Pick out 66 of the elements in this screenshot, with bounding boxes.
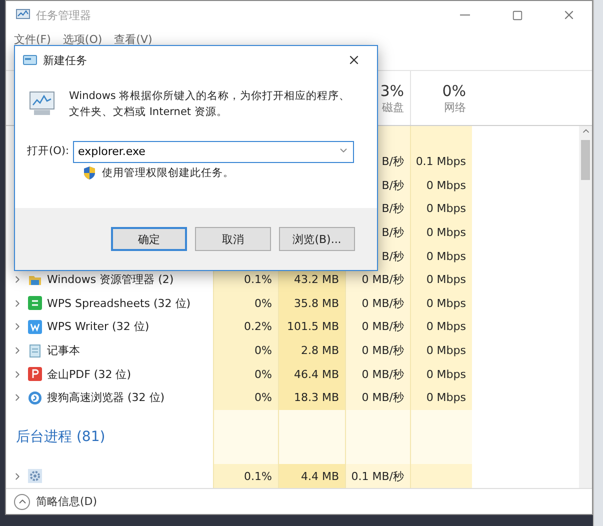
menu-item[interactable]: 文件(F) <box>14 32 51 46</box>
table-cell: 0% <box>213 338 278 362</box>
table-cell: 0 MB/秒 <box>345 291 410 316</box>
table-cell: 0 Mbps <box>410 220 472 244</box>
table-cell: 0 Mbps <box>410 291 472 316</box>
group-heading: 后台进程 (81) <box>15 428 106 446</box>
table-cell: 0 Mbps <box>410 268 472 292</box>
window-title: 任务管理器 <box>36 8 92 22</box>
table-cell: 0% <box>213 291 278 316</box>
notepad-icon <box>28 344 42 358</box>
maximize-icon <box>512 10 522 20</box>
process-name: 搜狗高速浏览器 (32 位) <box>47 390 165 406</box>
admin-note: 使用管理权限创建此任务。 <box>102 166 234 180</box>
shield-icon <box>83 166 96 180</box>
close-icon <box>562 8 576 22</box>
table-cell: 0 MB/秒 <box>345 362 410 386</box>
collapse-icon[interactable] <box>14 494 30 510</box>
dialog-button[interactable]: 取消 <box>195 227 271 251</box>
dialog-button[interactable]: 浏览(B)... <box>279 227 355 251</box>
table-cell: 101.5 MB <box>278 315 345 339</box>
table-cell: 0% <box>213 362 278 386</box>
table-cell: 0 MB/秒 <box>345 338 410 362</box>
process-name: WPS Writer (32 位) <box>47 319 150 334</box>
document-icon <box>28 320 42 334</box>
scroll-thumb[interactable] <box>581 140 590 180</box>
process-name: WPS Spreadsheets (32 位) <box>47 296 191 311</box>
dialog-title: 新建任务 <box>43 52 88 68</box>
column-header[interactable]: 0% 网络 <box>410 71 472 125</box>
process-name: 记事本 <box>47 343 80 358</box>
process-name: Windows 资源管理器 (2) <box>47 272 174 288</box>
table-cell: 0 Mbps <box>410 362 472 386</box>
dialog-button[interactable]: 确定 <box>111 227 187 251</box>
run-icon <box>23 55 37 65</box>
menu-item[interactable]: 查看(V) <box>114 32 152 46</box>
table-cell: 0.1 MB/秒 <box>345 464 410 488</box>
table-cell: 0 Mbps <box>410 338 472 362</box>
table-cell: 46.4 MB <box>278 362 345 386</box>
table-cell: 0 MB/秒 <box>345 315 410 339</box>
table-cell: 0 Mbps <box>410 386 472 410</box>
table-cell: 0 MB/秒 <box>345 386 410 410</box>
browser-icon <box>28 390 42 405</box>
table-cell: 4.4 MB <box>278 464 345 488</box>
scrollbar[interactable] <box>579 126 592 488</box>
table-cell: 2.8 MB <box>278 338 345 362</box>
table-cell: 35.8 MB <box>278 291 345 316</box>
minimize-icon <box>460 14 470 16</box>
process-name: 金山PDF (32 位) <box>47 366 132 382</box>
table-cell: 0.1% <box>213 464 278 488</box>
table-cell: 0 Mbps <box>410 173 472 197</box>
table-cell: 0.1 Mbps <box>410 150 472 174</box>
table-cell: 0 Mbps <box>410 196 472 221</box>
open-label: 打开(O): <box>27 144 69 158</box>
table-cell: 0% <box>213 386 278 410</box>
dialog-message: Windows 将根据你所键入的名称，为你打开相应的程序、文件夹、文档或 Internet 资源。 <box>69 89 352 120</box>
pdf-icon <box>28 367 42 382</box>
close-icon <box>347 53 361 67</box>
gear-icon <box>28 469 42 484</box>
table-cell: 18.3 MB <box>278 386 345 410</box>
menu-item[interactable]: 选项(O) <box>62 32 102 46</box>
table-cell: 0 Mbps <box>410 244 472 268</box>
spreadsheet-icon <box>28 296 42 310</box>
open-combobox[interactable]: explorer.exe <box>73 140 354 162</box>
fewer-details-link[interactable]: 简略信息(D) <box>36 494 98 509</box>
table-cell: 0 Mbps <box>410 315 472 339</box>
monitor-icon <box>16 9 30 21</box>
table-cell: 0.2% <box>213 315 278 339</box>
